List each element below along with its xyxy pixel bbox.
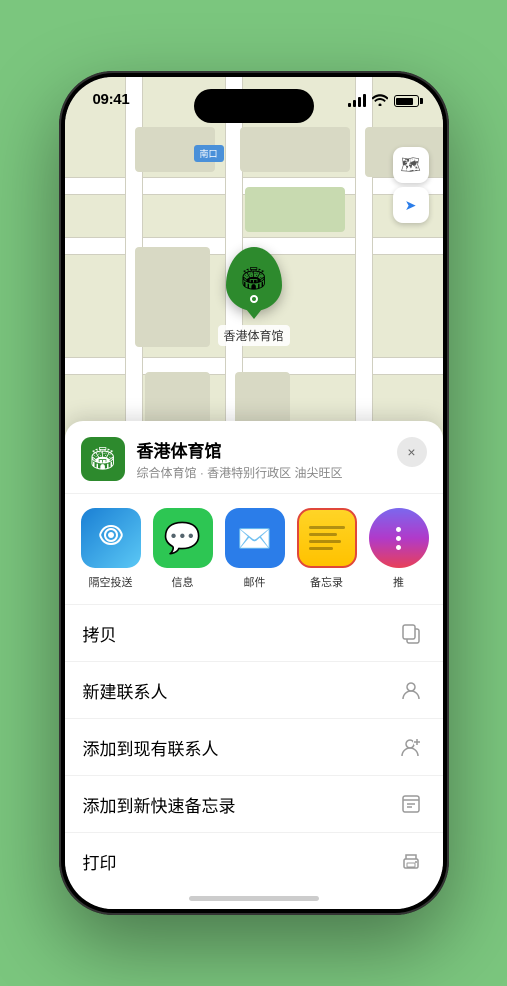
action-label-add-contact: 添加到现有联系人: [83, 735, 397, 760]
action-label-quick-note: 添加到新快速备忘录: [83, 792, 397, 817]
venue-icon: 🏟: [81, 437, 125, 481]
messages-label: 信息: [172, 574, 194, 590]
share-item-more[interactable]: 推: [369, 508, 429, 590]
action-row-copy[interactable]: 拷贝: [65, 605, 443, 662]
airdrop-label: 隔空投送: [89, 574, 133, 590]
location-icon: ➤: [405, 197, 417, 214]
venue-info: 香港体育馆 综合体育馆 · 香港特别行政区 油尖旺区: [137, 437, 427, 481]
notes-label: 备忘录: [310, 574, 343, 590]
action-row-new-contact[interactable]: 新建联系人: [65, 662, 443, 719]
mail-icon: ✉️: [237, 522, 272, 555]
action-label-copy: 拷贝: [83, 621, 397, 646]
quick-note-icon: [397, 790, 425, 818]
dynamic-island: [194, 89, 314, 123]
stadium-marker[interactable]: 🏟 香港体育馆: [217, 247, 289, 346]
action-row-add-contact[interactable]: 添加到现有联系人: [65, 719, 443, 776]
share-item-airdrop[interactable]: 隔空投送: [81, 508, 141, 590]
venue-header: 🏟 香港体育馆 综合体育馆 · 香港特别行政区 油尖旺区 ×: [65, 421, 443, 494]
new-contact-icon: [397, 676, 425, 704]
venue-icon-symbol: 🏟: [89, 446, 117, 472]
wifi-icon: [372, 93, 388, 109]
action-row-quick-note[interactable]: 添加到新快速备忘录: [65, 776, 443, 833]
map-type-button[interactable]: 🗺: [393, 147, 429, 183]
home-indicator: [189, 896, 319, 901]
battery-icon: [394, 95, 419, 107]
airdrop-icon: [94, 518, 128, 559]
mail-icon-box: ✉️: [225, 508, 285, 568]
signal-icon: [348, 95, 366, 107]
share-item-messages[interactable]: 💬 信息: [153, 508, 213, 590]
venue-name: 香港体育馆: [137, 437, 427, 462]
stadium-label: 香港体育馆: [217, 325, 289, 346]
messages-icon: 💬: [164, 521, 201, 556]
notes-lines-decoration: [301, 516, 353, 560]
phone-screen: 09:41: [65, 77, 443, 909]
location-button[interactable]: ➤: [393, 187, 429, 223]
airdrop-icon-box: [81, 508, 141, 568]
print-icon: [397, 847, 425, 875]
stadium-pin-icon: 🏟: [240, 266, 268, 292]
map-type-icon: 🗺: [400, 155, 420, 175]
copy-icon: [397, 619, 425, 647]
phone-frame: 09:41: [59, 71, 449, 915]
add-contact-icon: [397, 733, 425, 761]
status-icons: [348, 93, 419, 109]
venue-subtitle: 综合体育馆 · 香港特别行政区 油尖旺区: [137, 464, 427, 481]
share-row: 隔空投送 💬 信息 ✉️ 邮件: [65, 494, 443, 605]
close-icon: ×: [407, 444, 415, 460]
messages-icon-box: 💬: [153, 508, 213, 568]
action-label-print: 打印: [83, 849, 397, 874]
close-button[interactable]: ×: [397, 437, 427, 467]
action-row-print[interactable]: 打印: [65, 833, 443, 889]
notes-icon-box: [297, 508, 357, 568]
action-label-new-contact: 新建联系人: [83, 678, 397, 703]
more-label: 推: [393, 574, 404, 590]
more-circle: [369, 508, 429, 568]
status-time: 09:41: [93, 91, 130, 108]
more-icon-box: [369, 508, 429, 568]
share-item-notes[interactable]: 备忘录: [297, 508, 357, 590]
map-label: 南口: [194, 145, 224, 162]
share-item-mail[interactable]: ✉️ 邮件: [225, 508, 285, 590]
mail-label: 邮件: [244, 574, 266, 590]
bottom-sheet: 🏟 香港体育馆 综合体育馆 · 香港特别行政区 油尖旺区 ×: [65, 421, 443, 909]
map-controls: 🗺 ➤: [393, 147, 429, 227]
stadium-pin: 🏟: [225, 247, 281, 311]
